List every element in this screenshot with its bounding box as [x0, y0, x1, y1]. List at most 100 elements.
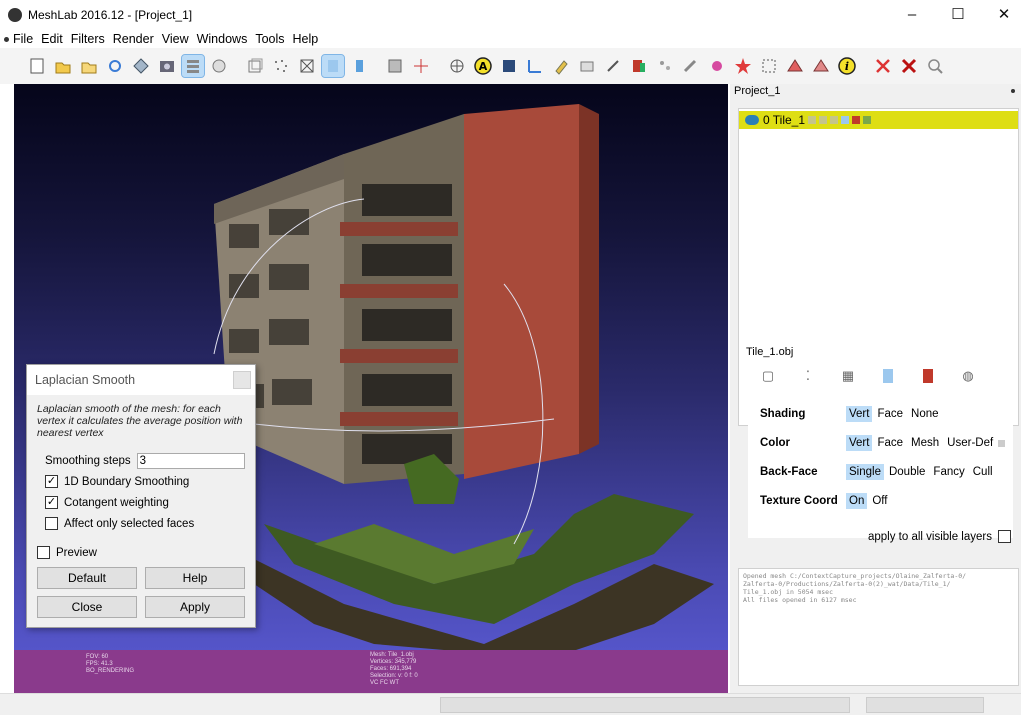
menu-tools[interactable]: Tools [251, 32, 288, 46]
layer-box-icon[interactable] [808, 116, 817, 124]
globe-icon[interactable] [208, 55, 230, 77]
open-project-icon[interactable] [52, 55, 74, 77]
boundary-smoothing-row[interactable]: ✓ 1D Boundary Smoothing [45, 475, 189, 488]
shading-face[interactable]: Face [874, 406, 906, 422]
maximize-button[interactable]: ☐ [938, 2, 978, 28]
layer-panel: Project_1 0 Tile_1 Tile_1.obj ▢ ⁚ ▦ ◍ Sh… [730, 84, 1021, 693]
georef-icon[interactable] [628, 55, 650, 77]
smoothing-steps-input[interactable] [136, 453, 245, 469]
backface-single[interactable]: Single [846, 464, 884, 480]
info-icon[interactable]: i [836, 55, 858, 77]
shading-none[interactable]: None [908, 406, 942, 422]
faces-text: Faces: 691,394 [370, 666, 412, 672]
delete-vertices-icon[interactable] [898, 55, 920, 77]
layer-texture-icon[interactable] [852, 116, 861, 124]
select-icon[interactable] [602, 55, 624, 77]
preview-row[interactable]: Preview [37, 546, 97, 559]
user-color-swatch[interactable] [998, 439, 1006, 447]
camera-icon[interactable] [576, 55, 598, 77]
new-project-icon[interactable] [26, 55, 48, 77]
color-mesh[interactable]: Mesh [908, 435, 942, 451]
meshlab-logo-icon [8, 8, 22, 22]
zoom-icon[interactable] [924, 55, 946, 77]
color-face[interactable]: Face [874, 435, 906, 451]
filter-description: Laplacian smooth of the mesh: for each v… [37, 403, 243, 439]
menu-filters[interactable]: Filters [67, 32, 109, 46]
reload-icon[interactable] [104, 55, 126, 77]
select-faces-icon[interactable] [784, 55, 806, 77]
texture-icon[interactable] [384, 55, 406, 77]
backface-fancy[interactable]: Fancy [930, 464, 967, 480]
selected-faces-row[interactable]: Affect only selected faces [45, 517, 194, 530]
open-folder-icon[interactable] [78, 55, 100, 77]
import-mesh-icon[interactable] [130, 55, 152, 77]
wireframe-icon[interactable] [296, 55, 318, 77]
layer-shade-icon[interactable] [841, 116, 850, 124]
visibility-eye-icon[interactable] [745, 115, 759, 125]
menu-windows[interactable]: Windows [193, 32, 252, 46]
apply-all-layers-row[interactable]: apply to all visible layers [868, 530, 1011, 543]
brush-icon[interactable] [680, 55, 702, 77]
cotangent-weighting-label: Cotangent weighting [64, 496, 169, 509]
apply-all-checkbox[interactable] [998, 530, 1011, 543]
menu-edit[interactable]: Edit [37, 32, 67, 46]
flat-shading-icon[interactable] [321, 54, 345, 78]
cotangent-weighting-checkbox[interactable]: ✓ [45, 496, 58, 509]
layer-color-icon[interactable] [863, 116, 872, 124]
texcoord-row: Texture Coord On Off [760, 493, 892, 509]
color-user-def[interactable]: User-Def [944, 435, 996, 451]
smooth-shading-icon[interactable] [348, 55, 370, 77]
tab-extra-icon[interactable]: ◍ [948, 364, 988, 388]
help-button[interactable]: Help [145, 567, 245, 589]
delete-faces-icon[interactable] [872, 55, 894, 77]
cotangent-weighting-row[interactable]: ✓ Cotangent weighting [45, 496, 169, 509]
shading-vert[interactable]: Vert [846, 406, 873, 422]
close-button[interactable]: ✕ [984, 2, 1021, 28]
annotation-icon[interactable]: A [472, 55, 494, 77]
tab-texture-icon[interactable] [908, 364, 948, 388]
layer-points-icon[interactable] [819, 116, 828, 124]
points-icon[interactable] [270, 55, 292, 77]
axes-icon[interactable] [410, 55, 432, 77]
backface-cull[interactable]: Cull [970, 464, 996, 480]
snapshot-icon[interactable] [156, 55, 178, 77]
pick-icon[interactable] [524, 55, 546, 77]
default-button[interactable]: Default [37, 567, 137, 589]
backface-label: Back-Face [760, 466, 818, 478]
tab-points-icon[interactable]: ⁚ [788, 364, 828, 388]
preview-checkbox[interactable] [37, 546, 50, 559]
selection-rect-icon[interactable] [758, 55, 780, 77]
layer-row-tile1[interactable]: 0 Tile_1 [739, 111, 1018, 129]
close-dialog-button[interactable]: Close [37, 596, 137, 618]
selection-text: Selection: v: 0 f: 0 [370, 673, 418, 679]
dialog-close-button[interactable] [233, 371, 251, 389]
texcoord-on[interactable]: On [846, 493, 868, 509]
texcoord-off[interactable]: Off [869, 493, 890, 509]
layer-stack-icon[interactable] [181, 54, 205, 78]
flower-icon[interactable] [706, 55, 728, 77]
layer-wire-icon[interactable] [830, 116, 839, 124]
minimize-button[interactable]: – [892, 2, 932, 28]
boundary-smoothing-checkbox[interactable]: ✓ [45, 475, 58, 488]
menu-render[interactable]: Render [109, 32, 158, 46]
tab-shade-icon[interactable] [868, 364, 908, 388]
points-select-icon[interactable] [654, 55, 676, 77]
panel-menu-icon[interactable] [1011, 89, 1015, 93]
star-icon[interactable] [732, 55, 754, 77]
menu-file[interactable]: File [9, 32, 37, 46]
paint-icon[interactable] [550, 55, 572, 77]
menu-view[interactable]: View [158, 32, 193, 46]
align-icon[interactable] [446, 55, 468, 77]
selected-faces-checkbox[interactable] [45, 517, 58, 530]
apply-button[interactable]: Apply [145, 596, 245, 618]
color-vert[interactable]: Vert [846, 435, 873, 451]
tab-box-icon[interactable]: ▢ [748, 364, 788, 388]
menu-help[interactable]: Help [289, 32, 323, 46]
tab-wire-icon[interactable]: ▦ [828, 364, 868, 388]
select-vertices-icon[interactable] [810, 55, 832, 77]
log-line: Tile_1.obj in 5054 msec [743, 588, 834, 596]
bounding-box-icon[interactable] [244, 55, 266, 77]
backface-double[interactable]: Double [886, 464, 928, 480]
dialog-title-bar[interactable]: Laplacian Smooth [27, 365, 255, 395]
measure-icon[interactable] [498, 55, 520, 77]
